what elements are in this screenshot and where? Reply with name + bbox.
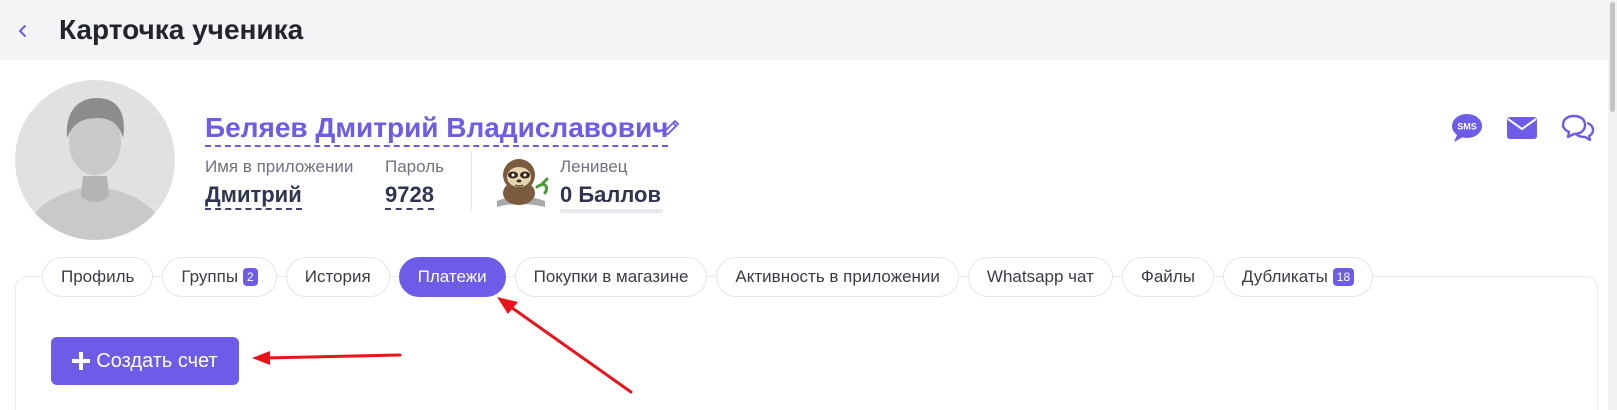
- chat-icon[interactable]: [1559, 113, 1595, 143]
- header-bar: Карточка ученика: [0, 0, 1617, 60]
- create-invoice-button[interactable]: Создать счет: [51, 337, 239, 385]
- sms-icon[interactable]: SMS: [1451, 113, 1483, 143]
- svg-text:SMS: SMS: [1457, 122, 1477, 132]
- plus-icon: [72, 352, 91, 370]
- tab-label: Покупки в магазине: [533, 267, 689, 286]
- student-full-name[interactable]: Беляев Дмитрий Владиславович: [205, 111, 669, 147]
- tab-3[interactable]: Платежи: [398, 257, 506, 297]
- student-tabs: Профиль Группы 2 История Платежи Покупки в ма…: [42, 257, 1374, 297]
- tab-label: Whatsapp чат: [986, 267, 1094, 286]
- page-title: Карточка ученика: [59, 14, 304, 45]
- scrollbar-thumb[interactable]: [1610, 2, 1615, 112]
- tab-label: Платежи: [417, 267, 487, 286]
- tab-label: Файлы: [1140, 267, 1195, 286]
- info-divider: [471, 152, 472, 210]
- student-avatar[interactable]: [15, 80, 175, 240]
- pencil-edit-icon[interactable]: [661, 118, 681, 138]
- tab-0[interactable]: Профиль: [42, 257, 154, 297]
- tab-4[interactable]: Покупки в магазине: [514, 257, 708, 297]
- tab-label: Активность в приложении: [735, 267, 940, 286]
- person-silhouette-icon: [25, 98, 165, 240]
- tab-count-badge: 18: [1332, 268, 1355, 286]
- app-name-value[interactable]: Дмитрий: [205, 182, 302, 210]
- tab-8[interactable]: Дубликаты 18: [1222, 257, 1374, 297]
- tab-7[interactable]: Файлы: [1121, 257, 1214, 297]
- tab-2[interactable]: История: [285, 257, 390, 297]
- tab-1[interactable]: Группы 2: [162, 257, 277, 297]
- tab-label: Профиль: [61, 267, 135, 286]
- points-value: 0 Баллов: [560, 182, 662, 207]
- create-invoice-label: Создать счет: [96, 349, 218, 372]
- points-progress-bar: [560, 209, 663, 213]
- page-scrollbar[interactable]: [1608, 0, 1617, 410]
- tab-label: История: [304, 267, 371, 286]
- tab-5[interactable]: Активность в приложении: [716, 257, 959, 297]
- password-label: Пароль: [385, 157, 444, 176]
- tab-label: Группы: [181, 267, 239, 286]
- level-label: Ленивец: [560, 157, 628, 176]
- app-name-label: Имя в приложении: [205, 157, 354, 176]
- back-chevron-icon[interactable]: [14, 19, 32, 43]
- password-value[interactable]: 9728: [385, 182, 434, 210]
- sloth-level-icon: [497, 159, 549, 207]
- tab-label: Дубликаты: [1241, 267, 1328, 286]
- email-icon[interactable]: [1506, 116, 1538, 140]
- tab-6[interactable]: Whatsapp чат: [967, 257, 1113, 297]
- tab-count-badge: 2: [243, 268, 258, 286]
